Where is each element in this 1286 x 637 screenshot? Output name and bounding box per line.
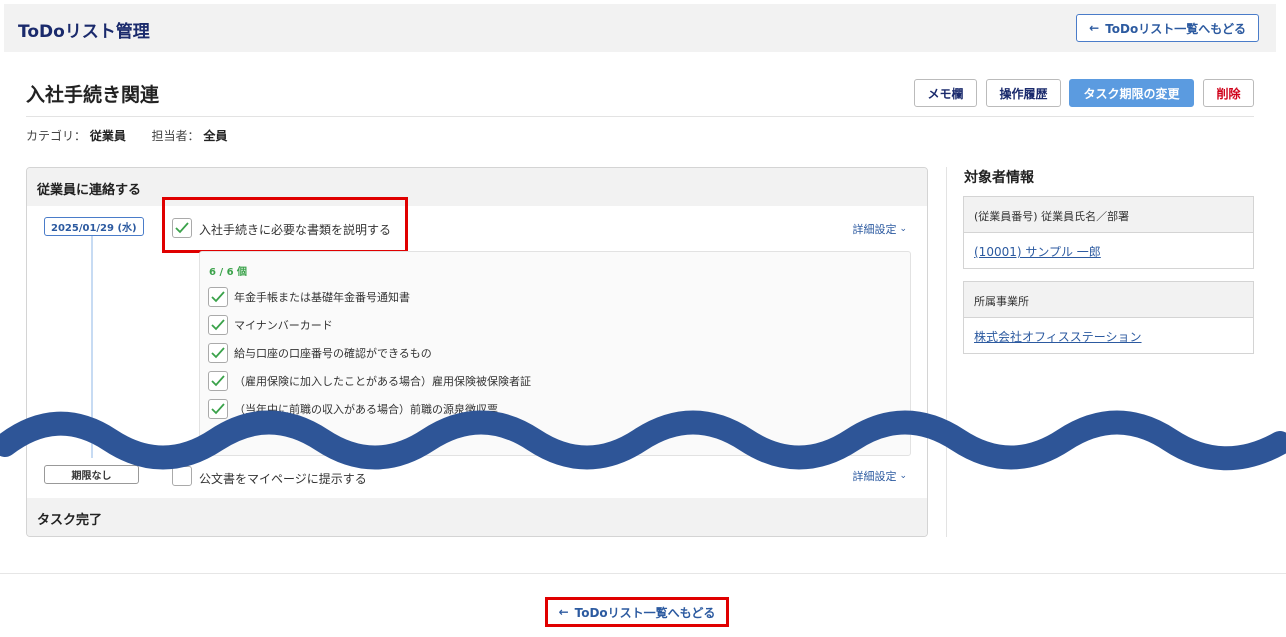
change-due-button[interactable]: タスク期限の変更: [1069, 79, 1194, 107]
subtask-checkbox[interactable]: [208, 343, 228, 363]
task-complete-label: タスク完了: [27, 498, 927, 536]
arrow-left-icon: ←: [1089, 21, 1100, 35]
employee-info-head: (従業員番号) 従業員氏名／部署: [964, 197, 1253, 233]
subtask-label: 年金手帳または基礎年金番号通知書: [234, 291, 410, 304]
assignee-value: 全員: [203, 129, 228, 143]
footer-divider: [0, 573, 1286, 574]
subtask-count: 6 / 6 個: [209, 267, 248, 278]
list-item: （雇用保険に加入したことがある場合）雇用保険被保険者証: [208, 370, 531, 392]
list-item: 年金手帳または基礎年金番号通知書: [208, 286, 410, 308]
task-panel: 従業員に連絡する 2025/01/29 (水) 入社手続きに必要な書類を説明する…: [26, 167, 928, 537]
side-divider: [946, 167, 947, 537]
back-to-list-button-top[interactable]: ← ToDoリスト一覧へもどる: [1076, 14, 1259, 42]
check-icon: [211, 375, 225, 387]
task1-detail-link[interactable]: 詳細設定 ⌄: [852, 221, 907, 237]
back-to-list-label: ToDoリスト一覧へもどる: [1105, 21, 1246, 36]
highlight-frame-task1: [162, 197, 408, 253]
list-item: マイナンバーカード: [208, 314, 333, 336]
office-info-head: 所属事業所: [964, 282, 1253, 318]
task-meta: カテゴリ： 従業員 担当者： 全員: [26, 127, 227, 144]
subtask-label: （雇用保険に加入したことがある場合）雇用保険被保険者証: [234, 375, 531, 388]
chevron-down-icon: ⌄: [899, 224, 907, 234]
employee-link[interactable]: (10001) サンプル 一郎: [974, 245, 1101, 259]
memo-button[interactable]: メモ欄: [914, 79, 977, 107]
delete-button[interactable]: 削除: [1203, 79, 1254, 107]
app-title: ToDoリスト管理: [18, 22, 150, 42]
omission-wave-graphic: [0, 410, 1286, 471]
due-date-badge: 2025/01/29 (水): [44, 217, 144, 236]
check-icon: [211, 291, 225, 303]
employee-info-box: (従業員番号) 従業員氏名／部署 (10001) サンプル 一郎: [963, 196, 1254, 269]
page-title: 入社手続き関連: [26, 84, 160, 106]
title-divider: [26, 116, 1254, 117]
history-button[interactable]: 操作履歴: [986, 79, 1061, 107]
back-to-list-label: ToDoリスト一覧へもどる: [574, 605, 716, 620]
category-label: カテゴリ：: [26, 129, 87, 143]
check-icon: [211, 319, 225, 331]
list-item: 給与口座の口座番号の確認ができるもの: [208, 342, 432, 364]
category-value: 従業員: [89, 129, 126, 143]
app-header: ToDoリスト管理 ← ToDoリスト一覧へもどる: [4, 4, 1276, 52]
assignee-label: 担当者：: [151, 129, 200, 143]
office-info-box: 所属事業所 株式会社オフィスステーション: [963, 281, 1254, 354]
subtask-checkbox[interactable]: [208, 371, 228, 391]
subtask-label: 給与口座の口座番号の確認ができるもの: [234, 347, 432, 360]
check-icon: [211, 347, 225, 359]
arrow-left-icon: ←: [558, 605, 569, 619]
detail-settings-label: 詳細設定: [852, 223, 897, 236]
back-to-list-button-bottom[interactable]: ← ToDoリスト一覧へもどる: [545, 597, 729, 627]
office-link[interactable]: 株式会社オフィスステーション: [974, 330, 1142, 344]
side-title: 対象者情報: [964, 170, 1034, 186]
subtask-checkbox[interactable]: [208, 315, 228, 335]
subtask-label: マイナンバーカード: [234, 319, 333, 332]
subtask-checkbox[interactable]: [208, 287, 228, 307]
